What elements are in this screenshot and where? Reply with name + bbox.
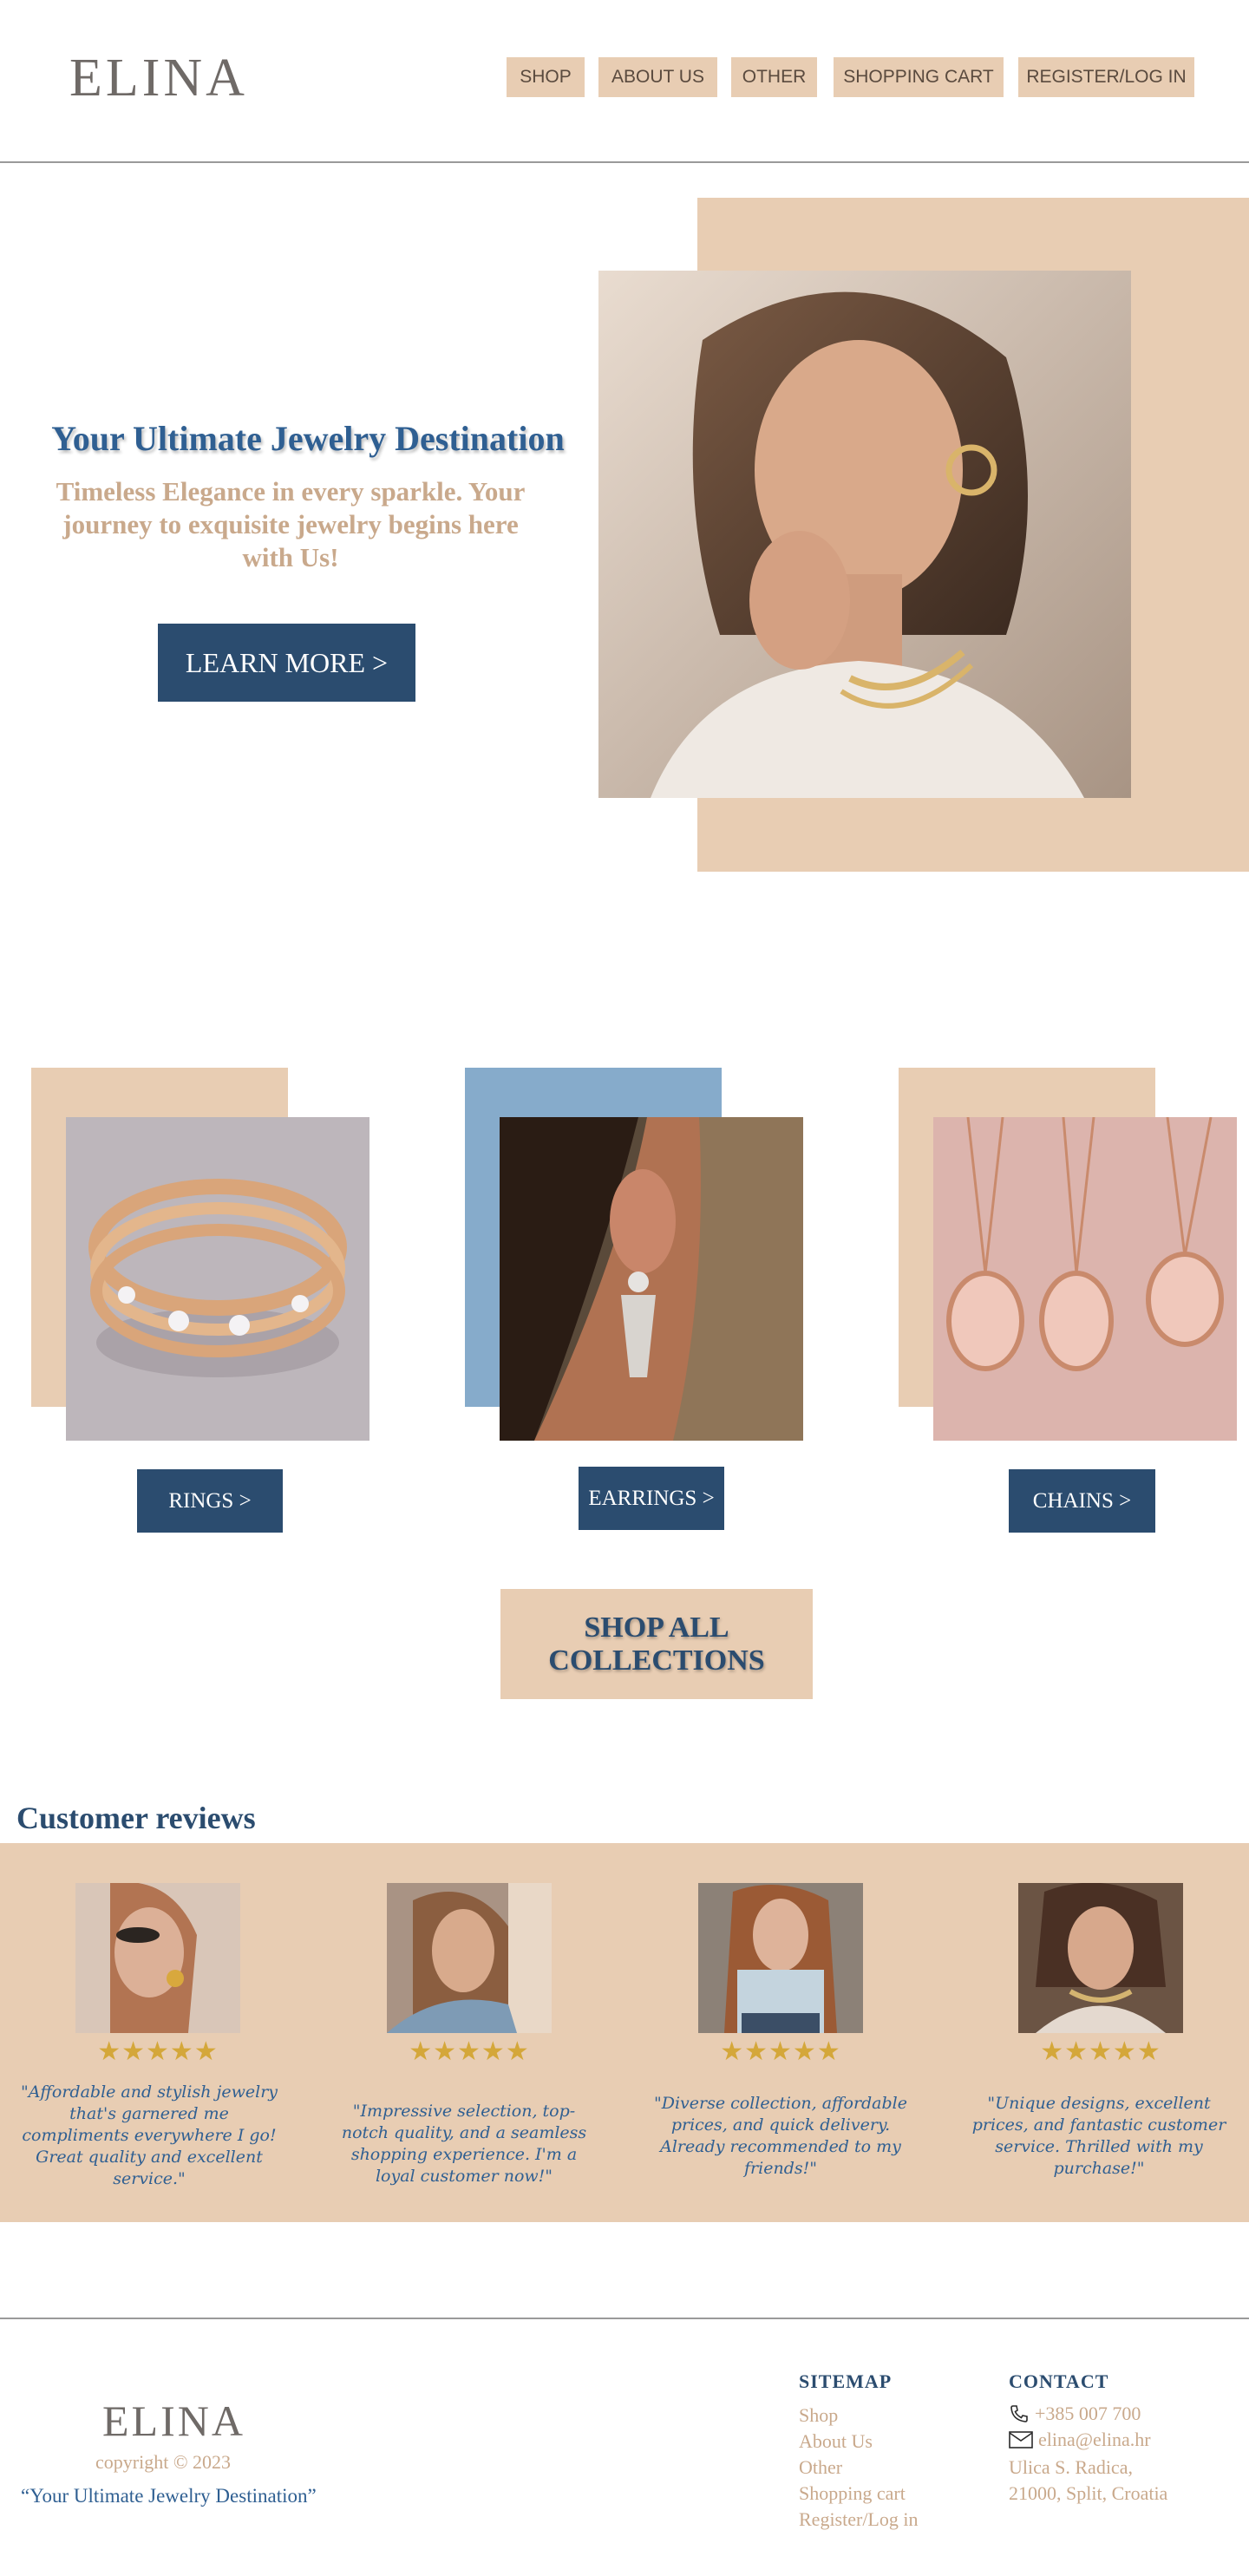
reviewer-3-photo	[698, 1883, 863, 2033]
hero-portrait-photo	[598, 271, 1131, 798]
hero-title: Your Ultimate Jewelry Destination	[51, 419, 565, 458]
sitemap-link-shop[interactable]: Shop	[799, 2404, 838, 2427]
review-3-text: "Diverse collection, affordable prices, …	[653, 2094, 907, 2178]
review-4-text: "Unique designs, excellent prices, and f…	[971, 2094, 1226, 2178]
nav-other[interactable]: OTHER	[731, 57, 817, 97]
earrings-photo[interactable]	[500, 1117, 803, 1441]
mail-icon	[1009, 2431, 1033, 2449]
reviewer-3-stars: ★★★★★	[720, 2037, 841, 2067]
footer-tagline: “Your Ultimate Jewelry Destination”	[21, 2485, 317, 2507]
nav-about-us[interactable]: ABOUT US	[598, 57, 717, 97]
contact-email[interactable]: elina@elina.hr	[1009, 2429, 1151, 2451]
sitemap-link-other[interactable]: Other	[799, 2456, 842, 2479]
contact-address-line1: Ulica S. Radica,	[1009, 2456, 1133, 2478]
site-header: ELINA SHOP ABOUT US OTHER SHOPPING CART …	[0, 0, 1249, 163]
sitemap-link-about-us[interactable]: About Us	[799, 2430, 873, 2453]
chains-button[interactable]: CHAINS >	[1009, 1469, 1155, 1533]
footer-copyright: copyright © 2023	[95, 2451, 232, 2473]
reviewer-2-stars: ★★★★★	[409, 2037, 530, 2067]
reviews-heading: Customer reviews	[16, 1801, 256, 1835]
contact-email-text: elina@elina.hr	[1038, 2429, 1151, 2450]
review-2-text: "Impressive selection, top-notch quality…	[341, 2102, 587, 2186]
sitemap-link-register-login[interactable]: Register/Log in	[799, 2508, 918, 2531]
nav-shopping-cart[interactable]: SHOPPING CART	[834, 57, 1004, 97]
reviewer-2-photo	[387, 1883, 552, 2033]
phone-icon	[1010, 2405, 1028, 2422]
rings-button[interactable]: RINGS >	[137, 1469, 283, 1533]
shop-all-collections-button[interactable]: SHOP ALL COLLECTIONS	[500, 1589, 813, 1699]
reviewer-1-stars: ★★★★★	[97, 2037, 219, 2067]
reviewer-4-photo	[1018, 1883, 1183, 2033]
chains-photo[interactable]	[933, 1117, 1237, 1441]
footer-divider	[0, 2318, 1249, 2319]
nav-register-login[interactable]: REGISTER/LOG IN	[1018, 57, 1194, 97]
review-1-text: "Affordable and stylish jewelry that's g…	[20, 2082, 278, 2188]
reviewer-4-stars: ★★★★★	[1040, 2037, 1161, 2067]
earrings-button[interactable]: EARRINGS >	[579, 1467, 724, 1530]
nav-shop[interactable]: SHOP	[507, 57, 585, 97]
footer-logo[interactable]: ELINA	[102, 2396, 245, 2446]
contact-address-line2: 21000, Split, Croatia	[1009, 2482, 1168, 2504]
contact-phone-text: +385 007 700	[1035, 2403, 1141, 2424]
site-logo[interactable]: ELINA	[69, 48, 248, 109]
reviewer-1-photo	[75, 1883, 240, 2033]
hero-subtitle: Timeless Elegance in every sparkle. Your…	[56, 476, 526, 572]
contact-heading: CONTACT	[1009, 2370, 1109, 2392]
learn-more-button[interactable]: LEARN MORE >	[158, 624, 415, 702]
contact-phone[interactable]: +385 007 700	[1009, 2403, 1141, 2425]
rings-photo[interactable]	[66, 1117, 369, 1441]
sitemap-heading: SITEMAP	[799, 2370, 893, 2392]
sitemap-link-shopping-cart[interactable]: Shopping cart	[799, 2482, 906, 2505]
